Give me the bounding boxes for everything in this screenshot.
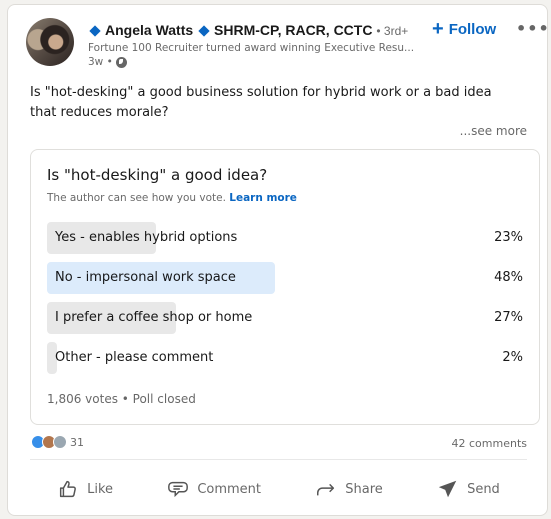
author-name[interactable]: Angela Watts [105,22,193,38]
poll: Is "hot-desking" a good idea? The author… [30,149,540,425]
author-headline: Fortune 100 Recruiter turned award winni… [88,42,415,54]
see-more-link[interactable]: ...see more [460,124,527,138]
poll-option-percent: 2% [502,350,523,365]
poll-option: Yes - enables hybrid options 23% [47,222,523,254]
comment-icon [168,481,189,498]
follow-button[interactable]: + Follow [432,18,497,40]
share-button[interactable]: Share [305,472,393,506]
reactions-summary[interactable]: 31 [31,435,84,449]
poll-option: Other - please comment 2% [47,342,523,374]
poll-note: The author can see how you vote. Learn m… [47,192,297,204]
post-card: Angela Watts SHRM-CP, RACR, CCTC • 3rd+ … [7,4,550,516]
send-icon [438,480,457,498]
post-timestamp: 3w • [88,56,113,68]
divider [30,459,527,460]
diamond-icon [89,25,101,37]
poll-option-label: Other - please comment [55,350,214,365]
like-button[interactable]: Like [47,472,123,506]
post-text: Is "hot-desking" a good business solutio… [30,85,492,120]
poll-option: I prefer a coffee shop or home 27% [47,302,523,334]
globe-icon [115,56,127,68]
poll-option: No - impersonal work space 48% [47,262,523,294]
comment-label: Comment [197,481,262,497]
poll-option-percent: 48% [494,270,523,285]
poll-option-percent: 23% [494,230,523,245]
poll-note-text: The author can see how you vote. [47,192,226,204]
follow-label: Follow [448,20,497,38]
poll-option-percent: 27% [494,310,523,325]
poll-option-label: Yes - enables hybrid options [55,230,238,245]
poll-footer: 1,806 votes • Poll closed [47,392,196,406]
plus-icon: + [432,18,444,40]
poll-question: Is "hot-desking" a good idea? [47,166,268,184]
more-options-icon[interactable]: ••• [516,19,550,38]
author-credentials: SHRM-CP, RACR, CCTC [214,22,373,38]
action-bar: Like Comment Share Send [30,467,527,511]
poll-option-label: No - impersonal work space [55,270,236,285]
reaction-count: 31 [70,435,84,449]
diamond-icon [198,25,210,37]
comment-button[interactable]: Comment [157,472,271,506]
poll-option-label: I prefer a coffee shop or home [55,310,253,325]
like-label: Like [87,481,114,497]
author-avatar[interactable] [26,18,74,66]
thumbs-up-icon [60,480,77,498]
post-time: 3w • [88,55,547,69]
comments-count-link[interactable]: 42 comments [452,437,528,450]
connection-degree: • 3rd+ [376,24,409,38]
share-label: Share [345,481,383,497]
send-label: Send [467,481,500,497]
share-arrow-icon [317,483,335,496]
learn-more-link[interactable]: Learn more [229,192,297,204]
insightful-reaction-icon [53,435,67,449]
send-button[interactable]: Send [427,472,510,506]
